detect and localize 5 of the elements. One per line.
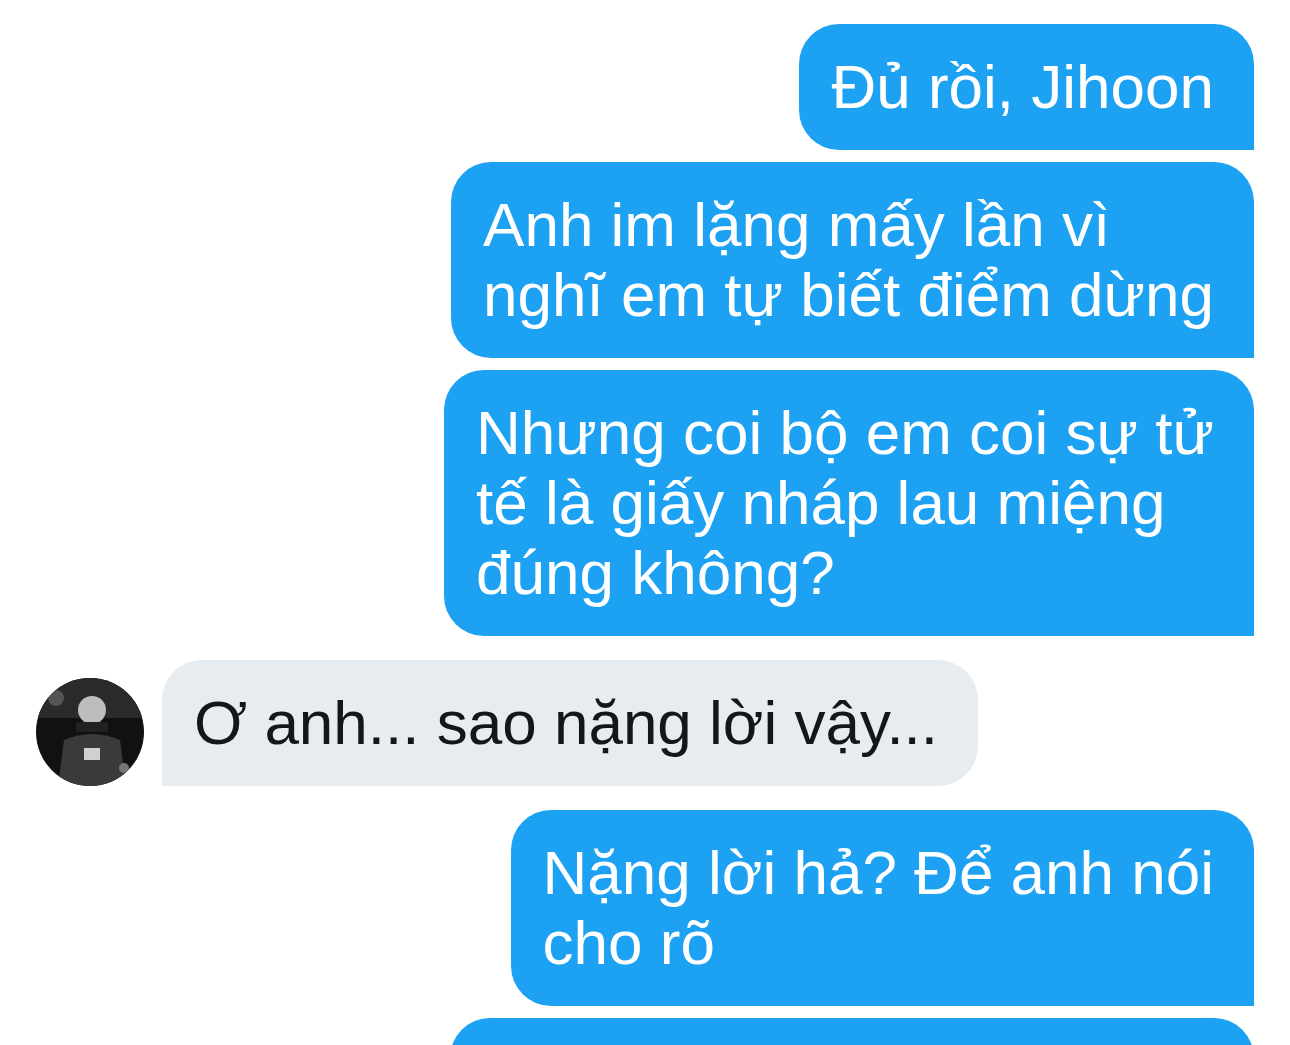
message-bubble: Ơ anh... sao nặng lời vậy...: [162, 660, 979, 786]
message-bubble: Anh im lặng mấy lần vì nghĩ em tự biết điểm dừng: [451, 162, 1254, 358]
message-bubble: Đủ rồi, Jihoon: [799, 24, 1254, 150]
message-bubble: Nặng lời hả? Để anh nói cho rõ: [510, 810, 1254, 1006]
message-bubble: Nhưng coi bộ em coi sự tử tế là giấy nháp lau miệng đúng không?: [444, 370, 1254, 636]
